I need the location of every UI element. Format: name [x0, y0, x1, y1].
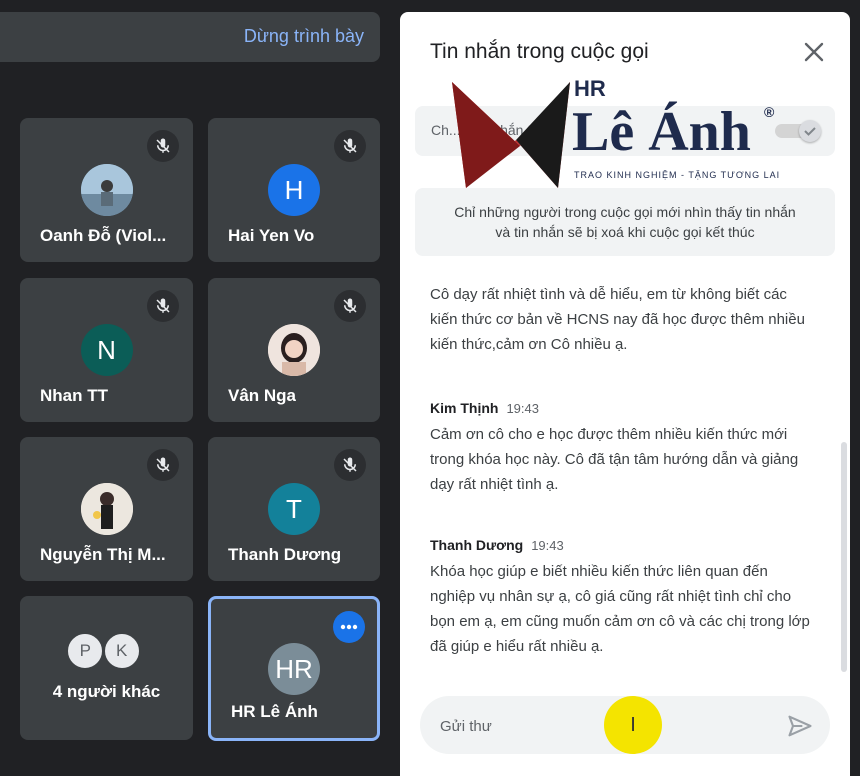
mic-off-icon — [334, 290, 366, 322]
participant-avatar: K — [102, 632, 141, 670]
self-avatar: HR — [268, 643, 320, 695]
participant-name: Nhan TT — [40, 386, 108, 405]
message-sender: Thanh Dương — [430, 537, 524, 553]
logo-mark-icon — [452, 82, 570, 188]
mic-off-icon — [334, 449, 366, 481]
send-button[interactable] — [786, 712, 814, 740]
participant-name: Vân Nga — [228, 386, 297, 405]
participant-tile[interactable]: Oanh Đỗ (Viol... — [20, 118, 193, 262]
hr-le-anh-logo: HR Lê Ánh ® TRAO KINH NGHIỆM - TẶNG TƯƠN… — [434, 76, 784, 188]
participant-photo-avatar — [80, 483, 133, 535]
mic-off-icon — [147, 130, 179, 162]
self-name: HR Lê Ánh — [231, 702, 318, 721]
participant-name: Oanh Đỗ (Viol... — [40, 226, 167, 245]
participant-tile[interactable]: Nguyễn Thị M... — [20, 437, 193, 581]
checkmark-icon — [799, 120, 821, 142]
participant-tile[interactable]: T Thanh Dương — [208, 437, 380, 581]
chat-panel-title: Tin nhắn trong cuộc gọi — [430, 40, 649, 63]
mic-off-icon — [334, 130, 366, 162]
participant-tile[interactable]: H Hai Yen Vo — [208, 118, 380, 262]
participant-avatar: T — [268, 483, 320, 535]
logo-hr-text: HR — [574, 76, 606, 101]
message-time: 19:43 — [531, 538, 564, 553]
more-options-button[interactable] — [333, 611, 365, 643]
close-icon — [804, 42, 824, 62]
logo-slogan: TRAO KINH NGHIỆM - TẶNG TƯƠNG LAI — [574, 170, 781, 180]
chat-scrollbar[interactable] — [841, 442, 847, 672]
others-tile[interactable]: P K 4 người khác — [20, 596, 193, 740]
participant-avatar: N — [80, 324, 133, 376]
message-sender: Kim Thịnh — [430, 400, 499, 416]
message-text: Cảm ơn cô cho e học được thêm nhiều kiến… — [430, 426, 799, 493]
others-label: 4 người khác — [52, 682, 161, 701]
more-dots-icon — [340, 624, 358, 630]
participant-tile[interactable]: N Nhan TT — [20, 278, 193, 422]
stop-presenting-button[interactable]: Dừng trình bày — [244, 26, 364, 47]
participant-avatar: P — [66, 632, 105, 670]
logo-brand-text: Lê Ánh — [572, 101, 751, 163]
chat-notice: Chỉ những người trong cuộc gọi mới nhìn … — [415, 188, 835, 256]
participant-photo-avatar — [268, 324, 320, 376]
message-text: Cô dạy rất nhiệt tình và dễ hiểu, em từ … — [430, 286, 805, 353]
others-avatars: P K — [20, 632, 193, 670]
registered-mark: ® — [764, 104, 775, 120]
text-cursor-icon: I — [630, 713, 636, 736]
message-text: Khóa học giúp e biết nhiều kiến thức liê… — [430, 563, 810, 655]
mic-off-icon — [147, 449, 179, 481]
chat-message: Cô dạy rất nhiệt tình và dễ hiểu, em từ … — [430, 282, 810, 357]
participant-name: Nguyễn Thị M... — [40, 545, 166, 564]
participant-photo-avatar — [80, 164, 133, 216]
chat-message: Thanh Dương 19:43 Khóa học giúp e biết nh… — [430, 537, 810, 659]
chat-message: Kim Thịnh 19:43 Cảm ơn cô cho e học được … — [430, 400, 810, 497]
presenting-bar: Dừng trình bày — [0, 12, 380, 62]
close-chat-button[interactable] — [800, 38, 828, 66]
participant-name: Thanh Dương — [228, 545, 342, 564]
participant-tile[interactable]: Vân Nga — [208, 278, 380, 422]
message-time: 19:43 — [506, 401, 539, 416]
cursor-highlight: I — [604, 696, 662, 754]
send-icon — [788, 715, 812, 737]
mic-off-icon — [147, 290, 179, 322]
participant-name: Hai Yen Vo — [228, 226, 315, 245]
self-tile[interactable]: HR HR Lê Ánh — [208, 596, 380, 741]
participant-avatar: H — [268, 164, 320, 216]
